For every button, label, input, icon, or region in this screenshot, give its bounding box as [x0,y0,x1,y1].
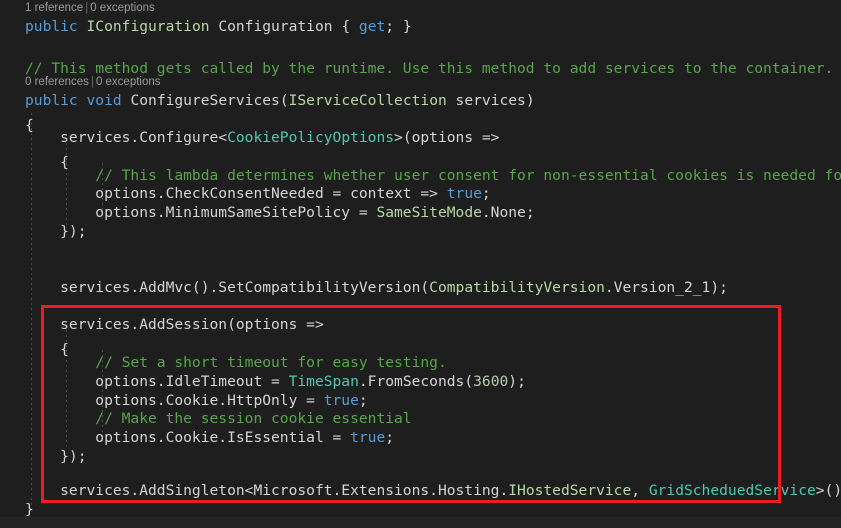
code-editor-screenshot: 1 reference | 0 exceptions 0 references | 0 e… [0,0,841,528]
code-token-typ: CookiePolicyOptions [227,129,395,146]
code-token-iface: IServiceCollection [288,92,447,109]
code-token-pln: services.AddMvc().SetCompatibilityVersio… [25,279,430,296]
code-line[interactable]: } [25,497,841,517]
code-line[interactable]: services.Configure<CookiePolicyOptions>(… [25,125,841,150]
codelens-exceptions[interactable]: 0 exceptions [90,2,155,14]
code-line[interactable]: public void ConfigureServices(IServiceCo… [25,88,841,113]
code-token-kw: get [358,18,386,35]
codelens-references[interactable]: 1 reference [25,2,83,14]
code-line[interactable]: // This method gets called by the runtim… [25,56,841,81]
code-token-pln [78,18,87,35]
code-line[interactable]: services.AddMvc().SetCompatibilityVersio… [25,275,841,300]
code-editor-surface[interactable]: 1 reference | 0 exceptions 0 references | 0 e… [0,0,841,517]
code-token-pln: services.Configure< [25,129,228,146]
code-line[interactable]: public IConfiguration Configuration { ge… [25,14,841,39]
code-token-pln: .Version_2_1); [604,279,728,296]
editor-bottom-strip [0,517,841,528]
code-token-pln: services) [446,92,535,109]
code-token-pln: } [25,501,34,517]
code-line[interactable] [25,244,841,269]
code-token-pln: >(options => [394,129,500,146]
code-token-kw: void [86,92,122,109]
code-token-iface: IConfiguration [86,18,210,35]
code-token-enum: CompatibilityVersion [429,279,605,296]
code-token-cmt: // This method gets called by the runtim… [25,60,834,77]
code-token-pln: Configuration { [209,18,359,35]
code-line[interactable]: services.AddSession(options => [25,312,841,337]
code-token-pln: ConfigureServices( [121,92,289,109]
code-token-pln: }); [25,223,87,240]
code-token-pln: ; } [385,18,412,35]
code-token-pln: services.AddSession(options => [25,316,324,333]
code-token-pln [78,92,87,109]
code-token-kw: public [25,92,78,109]
code-token-kw: public [25,18,78,35]
code-line[interactable]: }); [25,219,841,244]
